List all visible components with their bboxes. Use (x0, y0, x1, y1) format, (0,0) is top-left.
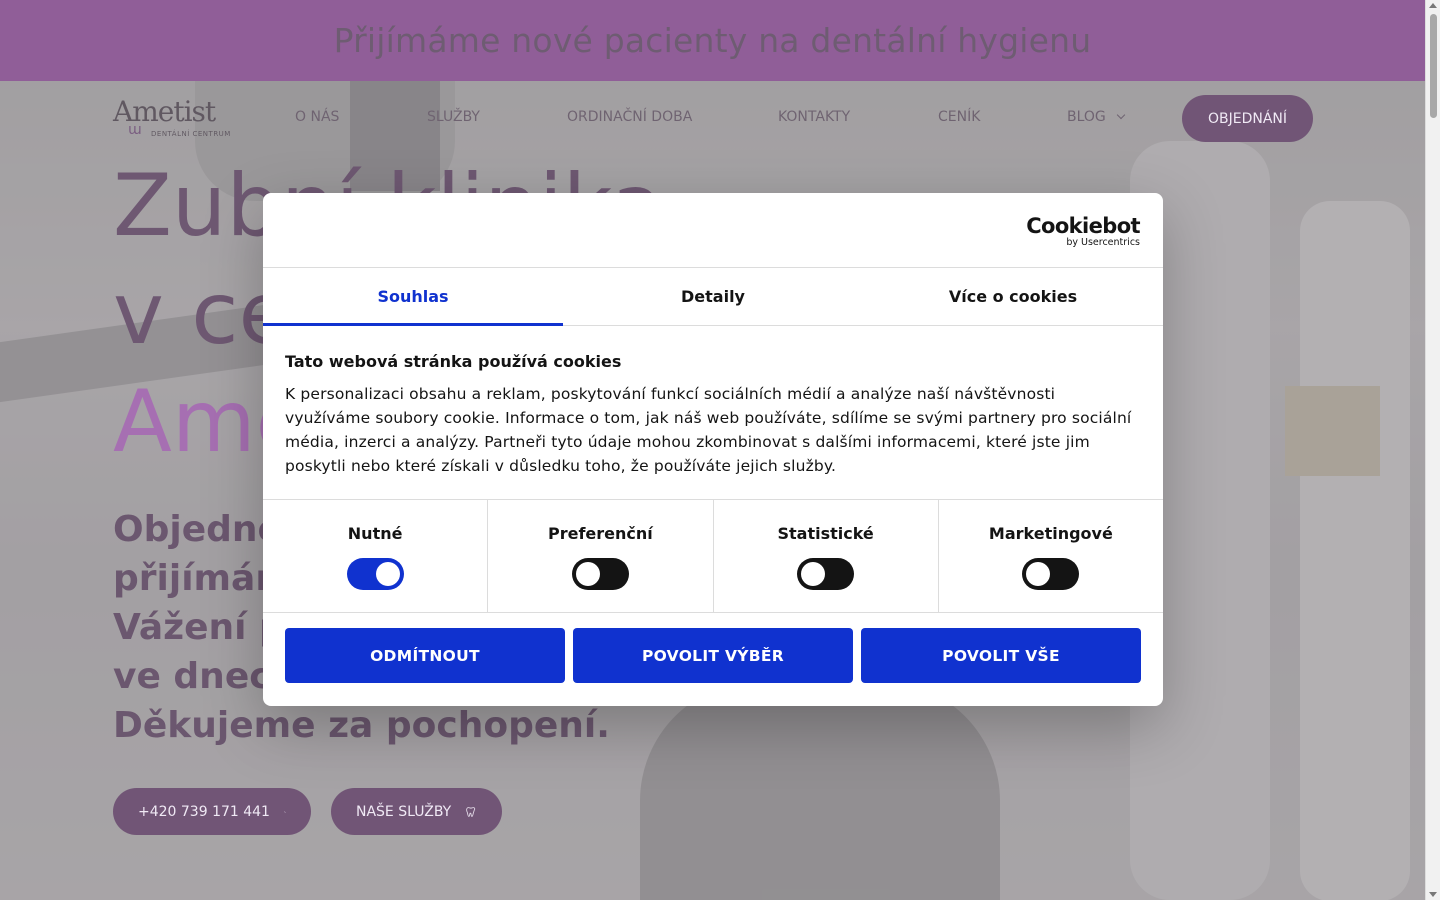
toggle-group-statisticke: Statistické (714, 500, 939, 612)
cookiebot-logo[interactable]: Cookiebot by Usercentrics (1026, 215, 1140, 249)
toggle-marketingove[interactable] (1022, 558, 1080, 590)
toggle-label-statisticke: Statistické (777, 524, 874, 543)
allow-all-button[interactable]: POVOLIT VŠE (861, 628, 1141, 683)
toggle-group-nutne: Nutné (263, 500, 489, 612)
cookie-toggles: Nutné Preferenční Statistické Marketingo… (263, 500, 1163, 613)
toggle-statisticke[interactable] (797, 558, 855, 590)
cookie-tabs: Souhlas Detaily Více o cookies (263, 268, 1163, 326)
decline-button[interactable]: ODMÍTNOUT (285, 628, 565, 683)
cookie-heading: Tato webová stránka používá cookies (285, 352, 622, 371)
toggle-group-preferencni: Preferenční (488, 500, 714, 612)
active-tab-underline (263, 323, 563, 326)
tab-vice-o-cookies[interactable]: Více o cookies (863, 268, 1163, 325)
toggle-preferencni[interactable] (571, 558, 629, 590)
scroll-down-arrow-icon[interactable] (1429, 892, 1437, 897)
cookie-dialog-header: Cookiebot by Usercentrics (263, 193, 1163, 268)
toggle-knob (1026, 562, 1051, 586)
scrollbar-thumb[interactable] (1430, 14, 1437, 118)
cookiebot-logo-by: by Usercentrics (1066, 237, 1140, 248)
toggle-label-nutne: Nutné (347, 524, 403, 543)
cookie-dialog: Cookiebot by Usercentrics Souhlas Detail… (263, 193, 1163, 706)
cookie-actions: ODMÍTNOUT POVOLIT VÝBĚR POVOLIT VŠE (263, 613, 1163, 698)
toggle-knob (575, 562, 600, 586)
toggle-knob (801, 562, 826, 586)
toggle-knob (375, 562, 400, 586)
toggle-nutne[interactable] (346, 558, 404, 590)
page-scrollbar[interactable] (1425, 0, 1440, 900)
cookie-body: Tato webová stránka používá cookies K pe… (263, 326, 1163, 500)
tab-souhlas[interactable]: Souhlas (263, 268, 563, 325)
cookiebot-logo-name: Cookiebot (1026, 214, 1140, 238)
scroll-up-arrow-icon[interactable] (1429, 3, 1437, 8)
toggle-label-preferencni: Preferenční (547, 524, 653, 543)
tab-detaily[interactable]: Detaily (563, 268, 863, 325)
toggle-label-marketingove: Marketingové (988, 524, 1113, 543)
cookie-description: K personalizaci obsahu a reklam, poskyto… (285, 385, 1132, 475)
toggle-group-marketingove: Marketingové (939, 500, 1163, 612)
allow-selection-button[interactable]: POVOLIT VÝBĚR (573, 628, 853, 683)
